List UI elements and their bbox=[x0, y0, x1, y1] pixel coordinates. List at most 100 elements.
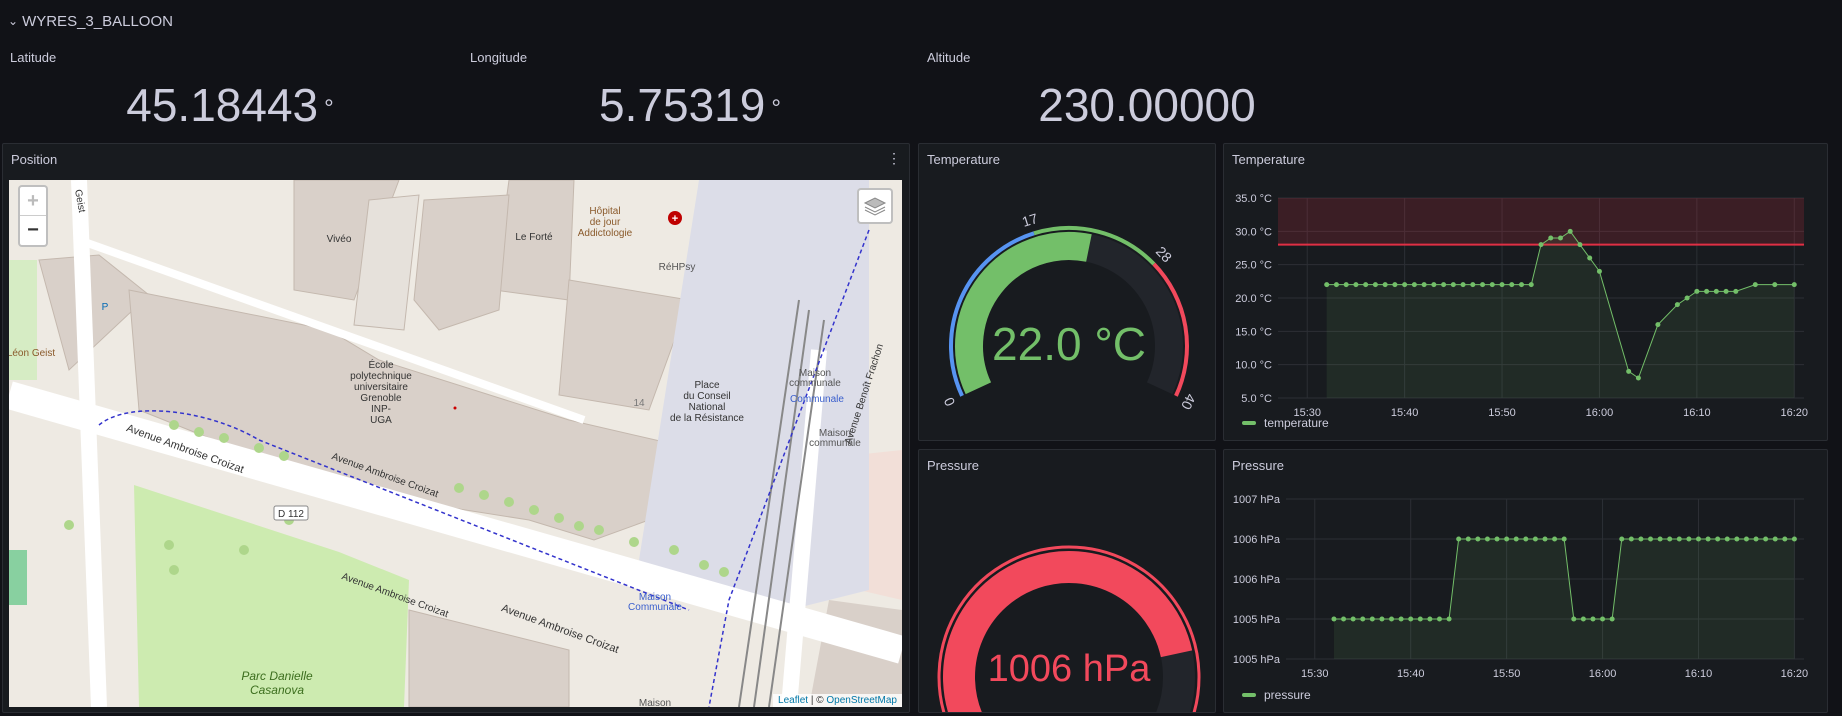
data-point bbox=[1379, 616, 1385, 622]
legend-label: temperature bbox=[1264, 416, 1329, 430]
panel-title: Pressure bbox=[1232, 458, 1285, 473]
x-tick-label: 16:00 bbox=[1589, 668, 1617, 680]
chart-legend[interactable]: temperature bbox=[1242, 416, 1329, 430]
altitude-stat: Altitude 230.00000 bbox=[917, 42, 1377, 140]
data-point bbox=[1532, 536, 1538, 542]
data-point bbox=[1676, 536, 1682, 542]
data-point bbox=[1723, 288, 1729, 294]
x-tick-label: 15:50 bbox=[1488, 407, 1516, 418]
data-point bbox=[1333, 282, 1339, 288]
zoom-out-button[interactable]: − bbox=[20, 216, 46, 245]
y-tick-label: 1006 hPa bbox=[1233, 574, 1281, 586]
data-point bbox=[1389, 616, 1395, 622]
x-tick-label: 15:30 bbox=[1301, 668, 1329, 680]
data-point bbox=[1470, 282, 1476, 288]
zoom-control: + − bbox=[18, 185, 48, 247]
data-point bbox=[1626, 368, 1632, 374]
map-label-place-1: Place bbox=[694, 380, 719, 391]
map-label-maison-4: Maison bbox=[639, 698, 671, 707]
data-point bbox=[1684, 295, 1690, 301]
degree-unit: ° bbox=[771, 94, 781, 122]
map[interactable]: + Vivéo Le Forté Hôpital de jour Addicto… bbox=[9, 180, 902, 707]
data-point bbox=[1350, 616, 1356, 622]
data-point bbox=[1480, 282, 1486, 288]
data-point bbox=[1753, 536, 1759, 542]
map-label-place-4: de la Résistance bbox=[670, 413, 744, 424]
row-header[interactable]: ⌄ WYRES_3_BALLOON bbox=[0, 0, 1842, 42]
layers-icon bbox=[863, 197, 887, 216]
data-point bbox=[1686, 536, 1692, 542]
map-label-communale: Communale bbox=[790, 394, 844, 405]
legend-swatch bbox=[1242, 693, 1256, 697]
temperature-chart-panel: Temperature 35.0 °C 30.0 °C 25.0 °C 20.0 °C… bbox=[1223, 143, 1828, 441]
panel-title: Temperature bbox=[1232, 152, 1305, 167]
data-point bbox=[1695, 536, 1701, 542]
data-point bbox=[1382, 282, 1388, 288]
data-point bbox=[1542, 536, 1548, 542]
data-point bbox=[1694, 288, 1700, 294]
panel-menu-icon[interactable]: ⋮ bbox=[887, 150, 901, 167]
degree-unit: ° bbox=[324, 94, 334, 122]
chevron-down-icon[interactable]: ⌄ bbox=[8, 14, 18, 28]
panel-title: Temperature bbox=[927, 152, 1000, 167]
y-tick-label: 1006 hPa bbox=[1233, 534, 1281, 546]
y-tick-label: 30.0 °C bbox=[1235, 226, 1272, 238]
data-point bbox=[1494, 536, 1500, 542]
data-point bbox=[1752, 282, 1758, 288]
data-point bbox=[1417, 616, 1423, 622]
attribution-separator: | © bbox=[808, 695, 827, 706]
map-label-rehpsy: RéHPsy bbox=[659, 262, 696, 273]
data-point bbox=[1402, 282, 1408, 288]
data-point bbox=[1441, 282, 1447, 288]
map-label-hopital-1: Hôpital bbox=[589, 206, 620, 217]
pressure-gauge: 1006 hPa bbox=[937, 545, 1201, 712]
data-point bbox=[1372, 282, 1378, 288]
map-label-hopital-3: Addictologie bbox=[578, 228, 633, 239]
data-point bbox=[1772, 282, 1778, 288]
y-tick-label: 15.0 °C bbox=[1235, 326, 1272, 338]
stat-label: Altitude bbox=[927, 50, 971, 65]
data-point bbox=[1557, 235, 1563, 241]
latitude-stat: Latitude 45.18443 ° bbox=[0, 42, 460, 140]
stat-label: Latitude bbox=[10, 50, 57, 65]
data-point bbox=[1772, 536, 1778, 542]
legend-swatch bbox=[1242, 421, 1256, 425]
map-label-ecole-4: Grenoble bbox=[360, 393, 402, 404]
data-point bbox=[1734, 536, 1740, 542]
x-tick-label: 16:10 bbox=[1685, 668, 1713, 680]
y-tick-label: 1005 hPa bbox=[1233, 654, 1281, 666]
altitude-value: 230.00000 bbox=[1038, 79, 1256, 131]
data-point bbox=[1484, 536, 1490, 542]
zoom-in-button[interactable]: + bbox=[20, 187, 46, 216]
map-label-maison-3b: Communale bbox=[628, 602, 682, 613]
map-label-ecole-5: INP- bbox=[371, 404, 391, 415]
map-attribution: Leaflet | © OpenStreetMap bbox=[773, 694, 902, 707]
road-shield-label: D 112 bbox=[278, 509, 304, 520]
chart-legend[interactable]: pressure bbox=[1242, 688, 1311, 702]
data-point bbox=[1791, 282, 1797, 288]
row-title[interactable]: WYRES_3_BALLOON bbox=[22, 13, 173, 30]
map-canvas[interactable]: + Vivéo Le Forté Hôpital de jour Addicto… bbox=[9, 180, 902, 707]
gauge-tick-label: 0 bbox=[940, 395, 958, 409]
temperature-gauge: 0 17 28 40 22.0 °C bbox=[940, 210, 1199, 412]
stat-label: Longitude bbox=[470, 50, 528, 65]
grass-area bbox=[9, 260, 37, 380]
data-point bbox=[1513, 536, 1519, 542]
pressure-gauge-panel: Pressure 1006 hPa bbox=[918, 449, 1216, 713]
gauge-value-arc bbox=[943, 551, 1193, 712]
openstreetmap-link[interactable]: OpenStreetMap bbox=[826, 695, 897, 706]
data-point bbox=[1427, 616, 1433, 622]
data-point bbox=[1523, 536, 1529, 542]
data-point bbox=[1705, 536, 1711, 542]
temperature-chart[interactable]: 35.0 °C 30.0 °C 25.0 °C 20.0 °C 15.0 °C 10.0 … bbox=[1224, 178, 1829, 418]
data-point bbox=[1674, 302, 1680, 308]
data-point bbox=[1667, 536, 1673, 542]
data-point bbox=[1548, 235, 1554, 241]
leaflet-link[interactable]: Leaflet bbox=[778, 695, 808, 706]
pressure-chart[interactable]: 1007 hPa 1006 hPa 1006 hPa 1005 hPa 1005 hPa… bbox=[1224, 484, 1829, 690]
data-point bbox=[1363, 282, 1369, 288]
threshold-region bbox=[1278, 198, 1804, 245]
stat-value: 45.18443 ° bbox=[0, 78, 460, 132]
layers-button[interactable] bbox=[857, 188, 893, 224]
y-tick-label: 5.0 °C bbox=[1241, 393, 1272, 405]
